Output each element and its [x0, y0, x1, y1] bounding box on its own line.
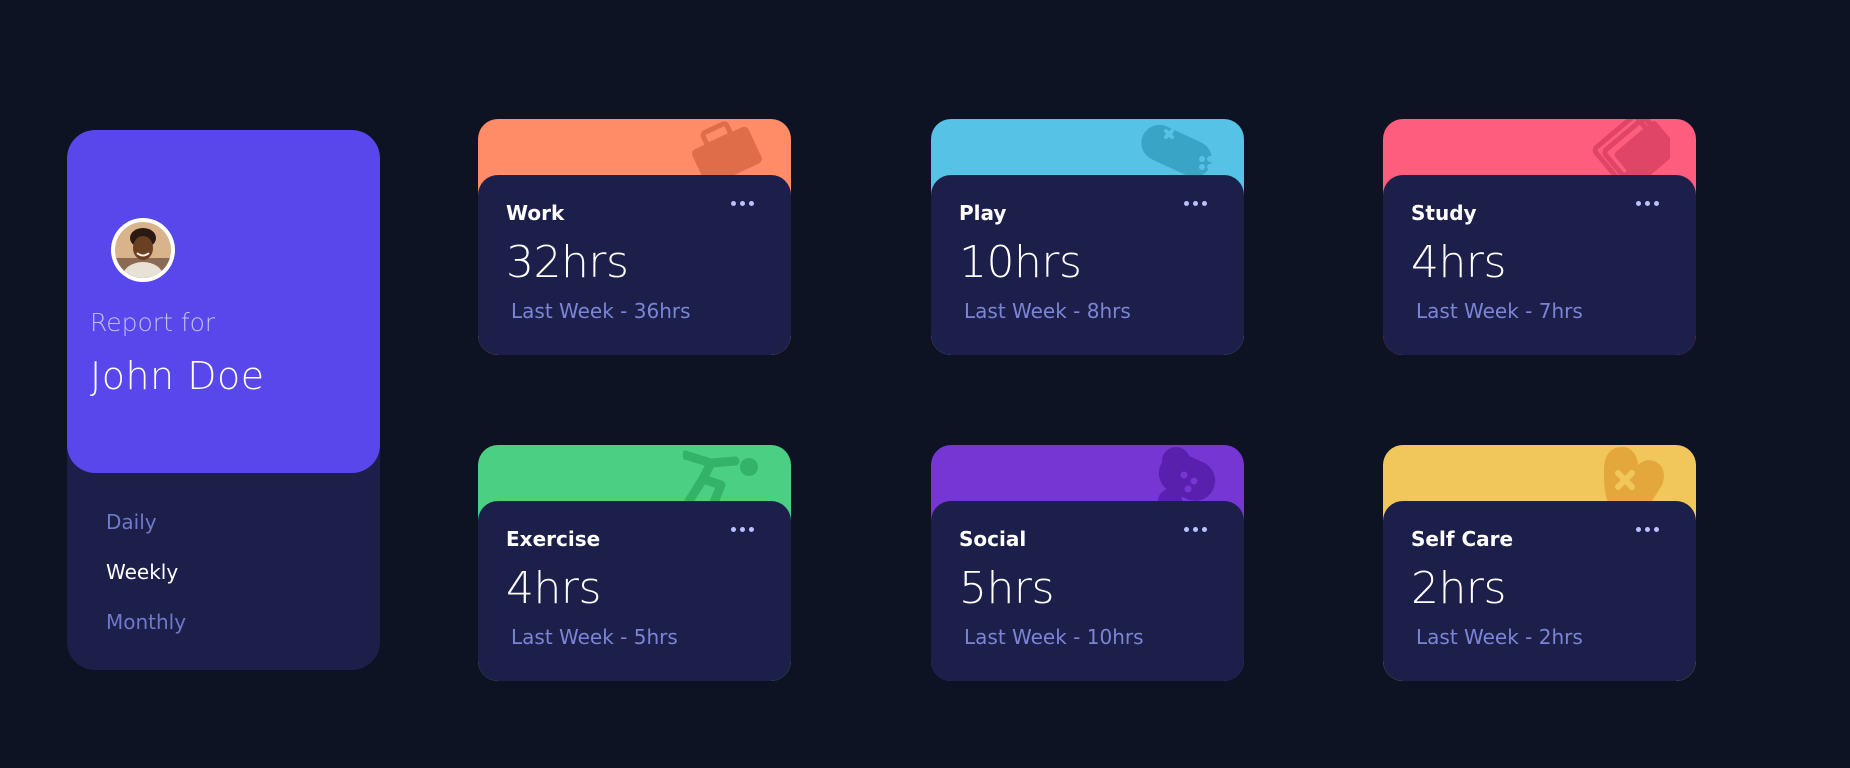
activity-previous-hours: Last Week - 36hrs — [511, 299, 691, 323]
profile-card: Report for John Doe Daily Weekly Monthly — [67, 130, 380, 670]
activity-card-body: Social 5hrs Last Week - 10hrs — [931, 501, 1244, 681]
activity-title: Exercise — [506, 527, 601, 551]
activity-title: Work — [506, 201, 565, 225]
period-weekly[interactable]: Weekly — [106, 558, 186, 608]
activity-previous-hours: Last Week - 8hrs — [964, 299, 1131, 323]
user-name: John Doe — [90, 354, 265, 398]
activity-card-social: Social 5hrs Last Week - 10hrs — [931, 445, 1244, 681]
period-monthly[interactable]: Monthly — [106, 608, 186, 658]
activity-previous-hours: Last Week - 2hrs — [1416, 625, 1583, 649]
activity-previous-hours: Last Week - 7hrs — [1416, 299, 1583, 323]
activity-current-hours: 5hrs — [959, 563, 1054, 614]
activity-title: Self Care — [1411, 527, 1514, 551]
period-daily[interactable]: Daily — [106, 508, 186, 558]
activity-current-hours: 10hrs — [959, 237, 1082, 288]
activity-current-hours: 2hrs — [1411, 563, 1506, 614]
activity-previous-hours: Last Week - 10hrs — [964, 625, 1144, 649]
activity-previous-hours: Last Week - 5hrs — [511, 625, 678, 649]
activity-card-body: Exercise 4hrs Last Week - 5hrs — [478, 501, 791, 681]
activity-card-body: Play 10hrs Last Week - 8hrs — [931, 175, 1244, 355]
activity-card-play: Play 10hrs Last Week - 8hrs — [931, 119, 1244, 355]
avatar — [111, 218, 175, 282]
activity-card-body: Self Care 2hrs Last Week - 2hrs — [1383, 501, 1696, 681]
activity-card-body: Work 32hrs Last Week - 36hrs — [478, 175, 791, 355]
activity-title: Social — [959, 527, 1027, 551]
activity-title: Play — [959, 201, 1007, 225]
activity-title: Study — [1411, 201, 1477, 225]
time-tracking-dashboard: Report for John Doe Daily Weekly Monthly… — [0, 0, 1850, 768]
ellipsis-icon[interactable] — [1184, 197, 1208, 211]
activity-current-hours: 4hrs — [1411, 237, 1506, 288]
activity-card-body: Study 4hrs Last Week - 7hrs — [1383, 175, 1696, 355]
profile-header: Report for John Doe — [67, 130, 380, 473]
activity-current-hours: 32hrs — [506, 237, 629, 288]
ellipsis-icon[interactable] — [731, 523, 755, 537]
ellipsis-icon[interactable] — [1184, 523, 1208, 537]
ellipsis-icon[interactable] — [731, 197, 755, 211]
period-selector: Daily Weekly Monthly — [106, 508, 186, 658]
report-for-label: Report for — [90, 308, 216, 337]
ellipsis-icon[interactable] — [1636, 523, 1660, 537]
activity-card-study: Study 4hrs Last Week - 7hrs — [1383, 119, 1696, 355]
activity-current-hours: 4hrs — [506, 563, 601, 614]
avatar-photo — [115, 222, 171, 278]
activity-card-work: Work 32hrs Last Week - 36hrs — [478, 119, 791, 355]
activity-card-exercise: Exercise 4hrs Last Week - 5hrs — [478, 445, 791, 681]
ellipsis-icon[interactable] — [1636, 197, 1660, 211]
activity-card-self-care: Self Care 2hrs Last Week - 2hrs — [1383, 445, 1696, 681]
